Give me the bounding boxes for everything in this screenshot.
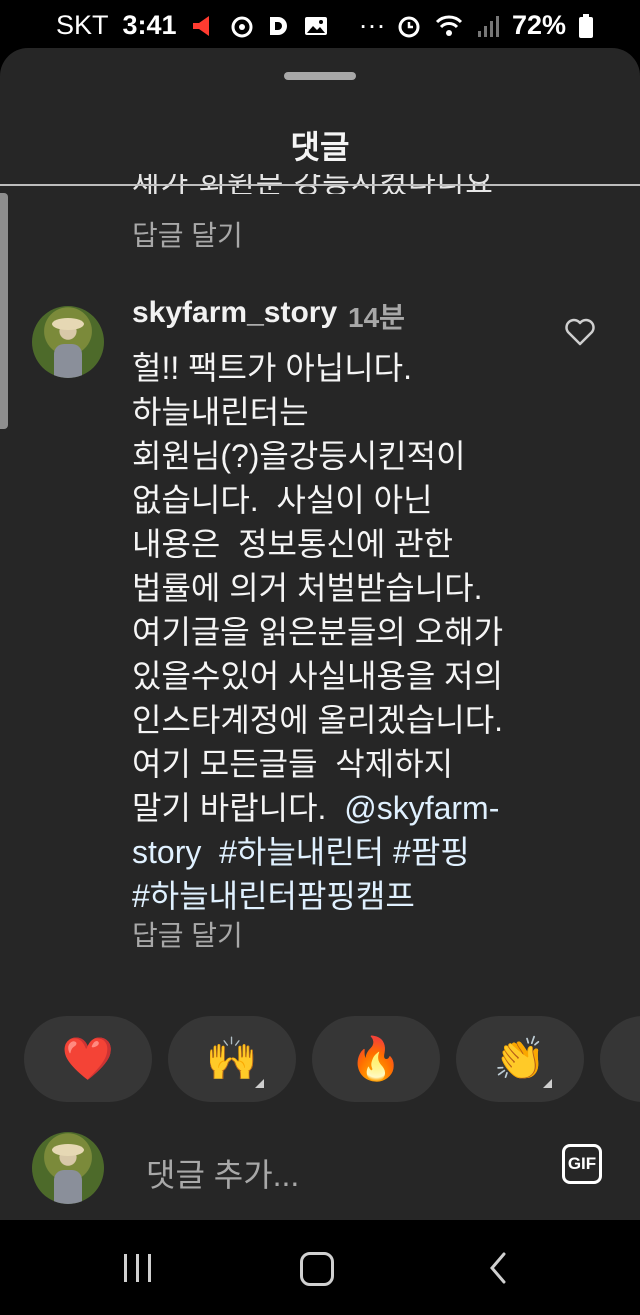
alarm-icon [398, 16, 420, 37]
reply-button[interactable]: 답글 달기 [132, 914, 243, 954]
mention-link-cont[interactable]: story [132, 834, 201, 870]
comment-time: 14분 [348, 302, 405, 333]
comment-input[interactable]: 댓글 추가... [146, 1150, 299, 1196]
hashtag-link[interactable]: #하늘내린터 [219, 834, 384, 870]
image-icon [304, 16, 327, 35]
back-icon[interactable] [486, 1250, 510, 1286]
reaction-heart-button[interactable]: ❤️ [24, 1016, 152, 1102]
comments-sheet: 댓글 제가 회원분 강등시켰다니요 답글 달기 skyfarm_story 14… [0, 48, 640, 1220]
quick-reactions-bar: ❤️ 🙌 🔥 👏 [24, 1016, 640, 1102]
reaction-raised-hands-button[interactable]: 🙌 [168, 1016, 296, 1102]
gif-button[interactable]: GIF [562, 1144, 602, 1184]
raised-hands-emoji-icon: 🙌 [205, 1034, 259, 1082]
fire-emoji-icon: 🔥 [349, 1034, 403, 1082]
comment-text: 헐!! 팩트가 아닙니다. 하늘내린터는 회원님(?)을강등시킨적이 없습니다.… [132, 346, 552, 918]
mention-link[interactable]: @skyfarm- [344, 790, 499, 826]
reaction-clap-button[interactable]: 👏 [456, 1016, 584, 1102]
sheet-drag-handle[interactable] [284, 72, 356, 80]
reaction-fire-button[interactable]: 🔥 [312, 1016, 440, 1102]
avatar[interactable] [32, 306, 104, 378]
status-bar-left: SKT 3:41 ··· [56, 10, 386, 41]
heart-emoji-icon: ❤️ [61, 1034, 115, 1082]
reaction-more-button[interactable] [600, 1016, 640, 1102]
clapping-emoji-icon: 👏 [493, 1034, 547, 1082]
like-heart-icon[interactable] [564, 316, 596, 348]
home-icon[interactable] [300, 1252, 334, 1286]
hashtag-link[interactable]: #팜핑 [393, 834, 470, 870]
status-bar-right: 72% [396, 10, 594, 41]
signal-icon [477, 15, 499, 37]
sheet-title: 댓글 [290, 129, 350, 165]
composer-avatar [32, 1132, 104, 1204]
more-notifications-dots: ··· [358, 10, 386, 40]
previous-reply-button[interactable]: 답글 달기 [132, 214, 243, 254]
battery-percent: 72% [511, 10, 566, 40]
clock: 3:41 [122, 10, 177, 40]
megaphone-icon [192, 15, 209, 36]
record-icon [231, 16, 253, 37]
comment-username[interactable]: skyfarm_story [132, 296, 337, 330]
battery-icon [579, 13, 593, 38]
hashtag-link[interactable]: #하늘내린터팜핑캠프 [132, 878, 415, 914]
scrollbar[interactable] [0, 193, 8, 429]
wifi-icon [435, 15, 463, 36]
system-nav-bar [0, 1220, 640, 1315]
comment-body-text: 헐!! 팩트가 아닙니다. 하늘내린터는 회원님(?)을강등시킨적이 없습니다.… [132, 350, 504, 826]
status-bar: SKT 3:41 ··· 72% [0, 0, 640, 50]
recents-icon[interactable] [122, 1254, 154, 1282]
carrier-label: SKT [56, 10, 109, 40]
d-app-icon [269, 16, 287, 35]
header-divider [0, 184, 640, 186]
